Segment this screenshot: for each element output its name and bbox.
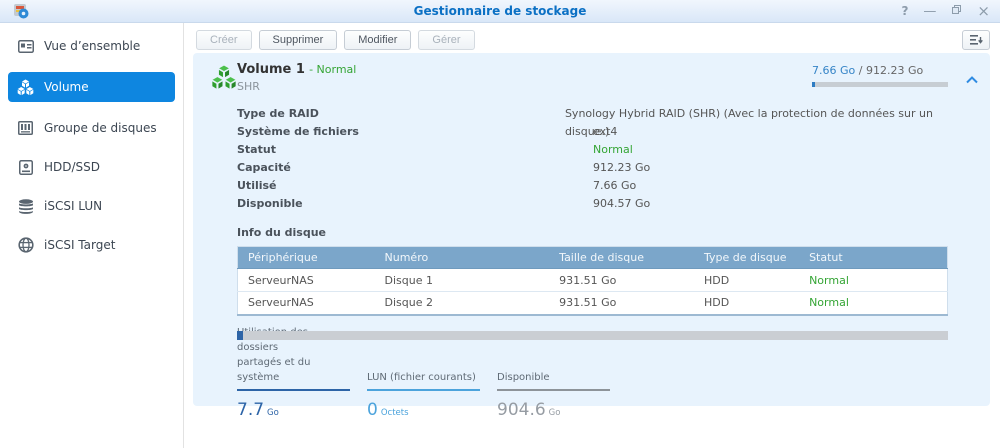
legend-value: 7.7Go (237, 400, 350, 420)
sidebar-item-label: iSCSI Target (44, 238, 115, 252)
volume-usage-progressbar (812, 82, 948, 87)
legend-value: 904.6Go (497, 400, 610, 420)
col-number[interactable]: Numéro (375, 247, 550, 269)
overview-icon (17, 38, 34, 55)
col-device[interactable]: Périphérique (238, 247, 375, 269)
usage-breakdown-bar (237, 331, 948, 340)
legend-shared-system: Utilisation des dossiers partagés et du … (237, 352, 350, 420)
table-row[interactable]: ServeurNAS Disque 1 931.51 Go HDD Normal (238, 269, 948, 292)
volume-details: Type de RAID Synology Hybrid RAID (SHR) … (237, 105, 948, 213)
col-status[interactable]: Statut (799, 247, 947, 269)
volume-cubes-icon (17, 79, 34, 96)
manage-button[interactable]: Gérer (418, 30, 474, 50)
maximize-icon[interactable] (951, 0, 962, 23)
toolbar: Créer Supprimer Modifier Gérer (184, 23, 1000, 52)
delete-button[interactable]: Supprimer (259, 30, 338, 50)
legend-underline (237, 389, 350, 391)
sidebar-item-volume[interactable]: Volume (8, 72, 175, 102)
sidebar-item-hdd-ssd[interactable]: HDD/SSD (8, 154, 175, 180)
detail-row-available: Disponible 904.57 Go (237, 195, 948, 213)
volume-name: Volume 1 (237, 62, 305, 77)
legend-underline (367, 389, 480, 391)
legend-underline (497, 389, 610, 391)
usage-legend: Utilisation des dossiers partagés et du … (237, 352, 948, 420)
main-content: Créer Supprimer Modifier Gérer (184, 23, 1000, 448)
volume-status-badge: - Normal (309, 63, 356, 76)
usage-breakdown-bar-used (237, 331, 243, 340)
volume-header[interactable]: Volume 1 - Normal SHR 7.66 Go / 912.23 G… (237, 62, 948, 100)
sidebar-item-label: Volume (44, 80, 89, 94)
sidebar-item-label: iSCSI LUN (44, 199, 102, 213)
legend-value: 0Octets (367, 400, 480, 420)
sort-descending-icon[interactable] (962, 30, 990, 50)
volume-usage-progressbar-fill (812, 82, 815, 87)
sidebar: Vue d’ensemble (0, 23, 184, 448)
detail-row-status: Statut Normal (237, 141, 948, 159)
minimize-icon[interactable]: — (923, 0, 936, 23)
detail-row-capacity: Capacité 912.23 Go (237, 159, 948, 177)
volume-green-cubes-icon (211, 64, 237, 94)
col-size[interactable]: Taille de disque (549, 247, 694, 269)
disk-info-title: Info du disque (237, 226, 948, 239)
detail-row-filesystem: Système de fichiers ext4 (237, 123, 948, 141)
create-button[interactable]: Créer (196, 30, 252, 50)
sidebar-item-label: Vue d’ensemble (44, 39, 140, 53)
window-title: Gestionnaire de stockage (0, 4, 1000, 18)
disk-group-icon (17, 120, 34, 137)
iscsi-lun-icon (17, 198, 34, 215)
sidebar-item-iscsi-lun[interactable]: iSCSI LUN (8, 193, 175, 219)
titlebar: Gestionnaire de stockage ? — × (0, 0, 1000, 23)
storage-manager-window: Gestionnaire de stockage ? — × (0, 0, 1000, 448)
legend-lun: LUN (fichier courants) 0Octets (367, 352, 480, 420)
detail-row-raid-type: Type de RAID Synology Hybrid RAID (SHR) … (237, 105, 948, 123)
usage-used-value: 7.66 Go (812, 64, 855, 77)
iscsi-target-icon (17, 237, 34, 254)
sidebar-item-groupe-de-disques[interactable]: Groupe de disques (8, 115, 175, 141)
legend-available: Disponible 904.6Go (497, 352, 610, 420)
table-row[interactable]: ServeurNAS Disque 2 931.51 Go HDD Normal (238, 292, 948, 315)
help-icon[interactable]: ? (901, 0, 908, 23)
col-type[interactable]: Type de disque (694, 247, 799, 269)
disk-info-table: Périphérique Numéro Taille de disque Typ… (237, 246, 948, 316)
detail-row-used: Utilisé 7.66 Go (237, 177, 948, 195)
sidebar-item-vue-densemble[interactable]: Vue d’ensemble (8, 33, 175, 59)
sidebar-item-iscsi-target[interactable]: iSCSI Target (8, 232, 175, 258)
usage-separator: / (855, 64, 866, 77)
sidebar-item-label: Groupe de disques (44, 121, 157, 135)
sidebar-item-label: HDD/SSD (44, 160, 100, 174)
volume-panel: Volume 1 - Normal SHR 7.66 Go / 912.23 G… (193, 53, 990, 406)
close-icon[interactable]: × (977, 0, 990, 23)
window-controls: ? — × (901, 0, 990, 23)
chevron-up-icon[interactable] (966, 74, 978, 87)
hdd-icon (17, 159, 34, 176)
usage-total-value: 912.23 Go (866, 64, 923, 77)
volume-usage-summary: 7.66 Go / 912.23 Go (812, 64, 948, 87)
modify-button[interactable]: Modifier (344, 30, 411, 50)
disk-table-header-row: Périphérique Numéro Taille de disque Typ… (238, 247, 948, 269)
